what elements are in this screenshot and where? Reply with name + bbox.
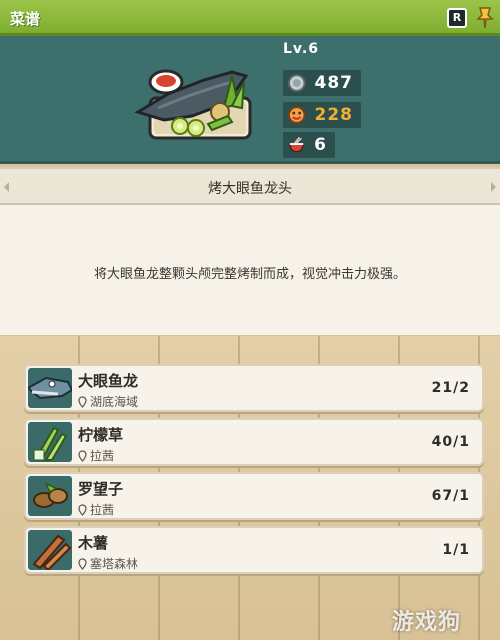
- dish-description: 将大眼鱼龙整颗头颅完整烤制而成，视觉冲击力极强。: [93, 267, 406, 282]
- header-bar: 菜谱 R: [0, 0, 500, 36]
- flavor-stat: 228: [283, 102, 361, 128]
- ingredient-location: 湖底海域: [78, 393, 138, 410]
- ingredient-count: 21/2: [431, 380, 470, 396]
- ingredient-thumbnail: [28, 422, 72, 462]
- ingredient-row[interactable]: 大眼鱼龙 湖底海域 21/2: [24, 364, 484, 412]
- smiley-face-icon: [287, 106, 306, 124]
- ingredient-count: 67/1: [431, 488, 470, 504]
- ingredient-name: 木薯: [78, 534, 109, 552]
- ingredient-thumbnail: [28, 476, 72, 516]
- ingredient-name: 柠檬草: [78, 426, 124, 444]
- r-key-badge[interactable]: R: [447, 8, 467, 28]
- coin-value: 487: [314, 73, 353, 93]
- ingredient-name: 大眼鱼龙: [78, 372, 139, 390]
- ingredient-count: 1/1: [442, 542, 470, 558]
- lemongrass-icon: [33, 426, 68, 462]
- servings-value: 6: [314, 135, 327, 155]
- ingredient-row[interactable]: 罗望子 拉茜 67/1: [24, 472, 484, 520]
- location-pin-icon: [78, 557, 87, 570]
- banner-right-arrow-icon: [491, 182, 496, 192]
- ingredient-location: 塞塔森林: [78, 555, 138, 572]
- coin-icon: [287, 74, 306, 92]
- paper-edge: [0, 322, 500, 335]
- ingredient-location-text: 塞塔森林: [90, 557, 139, 571]
- description-area: 将大眼鱼龙整颗头颅完整烤制而成，视觉冲击力极强。: [0, 205, 500, 335]
- watermark: 游戏狗: [392, 610, 462, 635]
- location-pin-icon: [78, 395, 87, 408]
- ingredient-thumbnail: [28, 530, 72, 570]
- ingredient-location: 拉茜: [78, 501, 114, 518]
- ingredient-row[interactable]: 木薯 塞塔森林 1/1: [24, 526, 484, 574]
- dish-info-panel: Lv.6 487 228 6: [0, 36, 500, 164]
- page-title: 菜谱: [10, 10, 41, 28]
- dish-level: Lv.6: [283, 41, 319, 57]
- ingredient-location-text: 拉茜: [90, 503, 115, 517]
- bowl-icon: [289, 136, 305, 153]
- tamarind-icon: [33, 482, 68, 508]
- location-pin-icon: [78, 503, 87, 516]
- dish-name: 烤大眼鱼龙头: [208, 181, 292, 197]
- dish-name-banner: 烤大眼鱼龙头: [0, 167, 500, 205]
- cassava-icon: [32, 534, 72, 570]
- ingredient-count: 40/1: [431, 434, 470, 450]
- servings-stat: 6: [283, 132, 335, 158]
- pin-icon[interactable]: [474, 6, 496, 30]
- ingredient-location: 拉茜: [78, 447, 114, 464]
- ichthyosaur-icon: [28, 376, 72, 400]
- ingredient-row[interactable]: 柠檬草 拉茜 40/1: [24, 418, 484, 466]
- location-pin-icon: [78, 449, 87, 462]
- roasted-fish-head-icon: [134, 69, 252, 140]
- ingredient-thumbnail: [28, 368, 72, 408]
- flavor-value: 228: [314, 105, 353, 125]
- coin-stat: 487: [283, 70, 361, 96]
- ingredient-location-text: 湖底海域: [90, 395, 139, 409]
- ingredient-location-text: 拉茜: [90, 449, 115, 463]
- ingredient-name: 罗望子: [78, 480, 124, 498]
